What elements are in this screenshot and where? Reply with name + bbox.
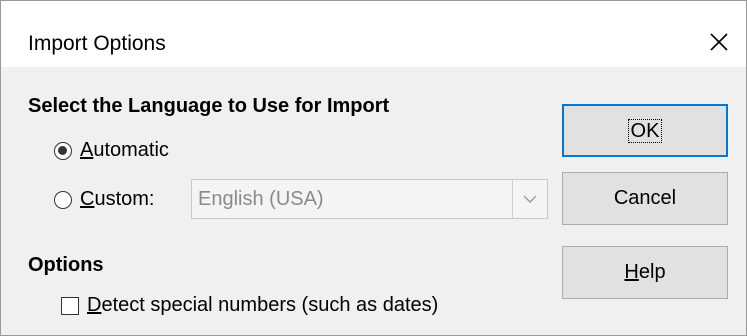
language-select-dropdown-button[interactable] — [512, 180, 547, 218]
detect-special-numbers-label: Detect special numbers (such as dates) — [87, 294, 439, 316]
automatic-label: Automatic — [80, 139, 169, 161]
automatic-radio[interactable] — [54, 141, 72, 160]
custom-radio-option[interactable]: Custom: — [54, 188, 154, 211]
import-options-dialog: Import Options Select the Language to Us… — [0, 0, 747, 336]
cancel-button-label: Cancel — [613, 187, 677, 209]
language-select-value: English (USA) — [198, 188, 324, 210]
ok-button-label: OK — [627, 118, 663, 143]
detect-special-numbers-option[interactable]: Detect special numbers (such as dates) — [61, 294, 438, 317]
language-select[interactable]: English (USA) — [191, 179, 548, 219]
custom-label: Custom: — [80, 188, 155, 210]
custom-radio[interactable] — [54, 190, 72, 209]
close-icon — [710, 33, 728, 51]
title-bar: Import Options — [1, 1, 746, 67]
detect-special-numbers-checkbox[interactable] — [61, 296, 79, 315]
options-section-title: Options — [28, 254, 104, 276]
automatic-radio-option[interactable]: Automatic — [54, 139, 169, 162]
ok-button[interactable]: OK — [562, 104, 728, 157]
help-button[interactable]: Help — [562, 246, 728, 299]
chevron-down-icon — [523, 195, 537, 203]
help-button-label: Help — [624, 261, 666, 283]
dialog-title: Import Options — [28, 32, 166, 55]
close-button[interactable] — [692, 19, 746, 65]
cancel-button[interactable]: Cancel — [562, 172, 728, 225]
language-section-title: Select the Language to Use for Import — [28, 95, 390, 117]
